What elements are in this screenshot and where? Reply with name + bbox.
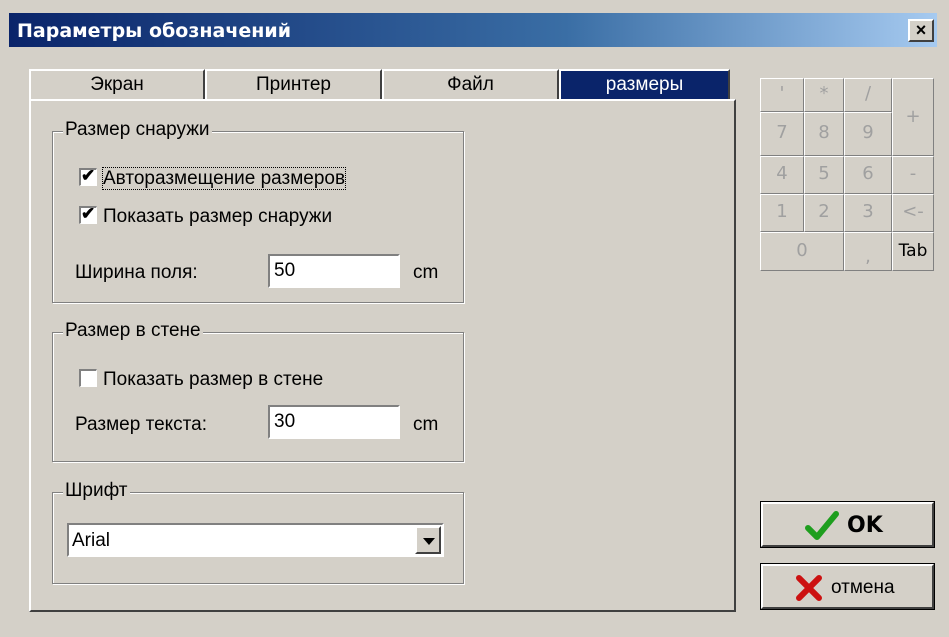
auto-placement-row[interactable]: ✔ Авторазмещение размеров — [79, 166, 347, 190]
key-9[interactable]: 9 — [844, 112, 892, 156]
tab-screen[interactable]: Экран — [29, 69, 205, 99]
key-8[interactable]: 8 — [804, 112, 844, 156]
checkbox-label: Авторазмещение размеров — [101, 167, 347, 190]
field-width-input[interactable]: 50 — [268, 254, 400, 288]
key-2[interactable]: 2 — [804, 194, 844, 232]
tab-label: размеры — [605, 74, 684, 95]
font-select[interactable]: Arial — [67, 523, 444, 557]
font-dropdown-button[interactable] — [415, 526, 441, 554]
key-5[interactable]: 5 — [804, 156, 844, 194]
key-0[interactable]: 0 — [760, 232, 844, 271]
group-title: Размер в стене — [63, 320, 203, 342]
auto-placement-checkbox[interactable]: ✔ — [79, 166, 97, 186]
dialog-window: Параметры обозначений × Экран Принтер Фа… — [0, 0, 949, 637]
key-divide[interactable]: / — [844, 78, 892, 112]
tab-label: Принтер — [256, 74, 331, 95]
wall-dimension-group: Размер в стене — [52, 320, 464, 462]
group-title: Шрифт — [63, 480, 130, 502]
chevron-down-icon — [423, 538, 435, 545]
show-in-wall-checkbox[interactable] — [79, 369, 97, 387]
field-width-label: Ширина поля: — [75, 262, 198, 283]
key-plus[interactable]: + — [892, 78, 934, 156]
tab-dimensions[interactable]: размеры — [559, 69, 730, 99]
key-backspace[interactable]: <- — [892, 194, 934, 232]
key-7[interactable]: 7 — [760, 112, 804, 156]
ok-label: OK — [847, 513, 883, 538]
group-title: Размер снаружи — [63, 119, 212, 141]
title-bar: Параметры обозначений × — [9, 13, 937, 47]
show-outside-checkbox[interactable]: ✔ — [79, 204, 97, 224]
ok-button[interactable]: OK — [760, 501, 935, 548]
key-1[interactable]: 1 — [760, 194, 804, 232]
key-comma[interactable]: , — [844, 232, 892, 271]
key-minus[interactable]: - — [892, 156, 934, 194]
key-tab[interactable]: Tab — [892, 232, 934, 271]
text-size-label: Размер текста: — [75, 414, 207, 435]
key-multiply[interactable]: * — [804, 78, 844, 112]
key-4[interactable]: 4 — [760, 156, 804, 194]
checkmark-icon: ✔ — [81, 204, 96, 223]
text-size-unit: cm — [413, 414, 439, 435]
checkmark-icon: ✔ — [81, 166, 96, 185]
cancel-button[interactable]: отмена — [760, 563, 935, 610]
key-apostrophe[interactable]: ' — [760, 78, 804, 112]
close-button[interactable]: × — [908, 19, 934, 42]
tab-printer[interactable]: Принтер — [205, 69, 382, 99]
key-6[interactable]: 6 — [844, 156, 892, 194]
checkmark-icon — [805, 511, 839, 540]
key-3[interactable]: 3 — [844, 194, 892, 232]
close-icon: × — [915, 20, 927, 40]
cancel-label: отмена — [831, 577, 895, 598]
window-title: Параметры обозначений — [17, 20, 292, 42]
field-width-unit: cm — [413, 262, 439, 283]
checkbox-label: Показать размер снаружи — [103, 206, 333, 227]
font-select-value: Arial — [72, 530, 111, 551]
show-in-wall-row[interactable]: Показать размер в стене — [79, 369, 323, 391]
show-outside-row[interactable]: ✔ Показать размер снаружи — [79, 204, 333, 228]
tab-file[interactable]: Файл — [382, 69, 559, 99]
cross-icon — [796, 575, 822, 601]
tab-label: Файл — [447, 74, 494, 95]
checkbox-label: Показать размер в стене — [103, 369, 324, 390]
tab-label: Экран — [90, 74, 144, 95]
text-size-input[interactable]: 30 — [268, 405, 400, 439]
